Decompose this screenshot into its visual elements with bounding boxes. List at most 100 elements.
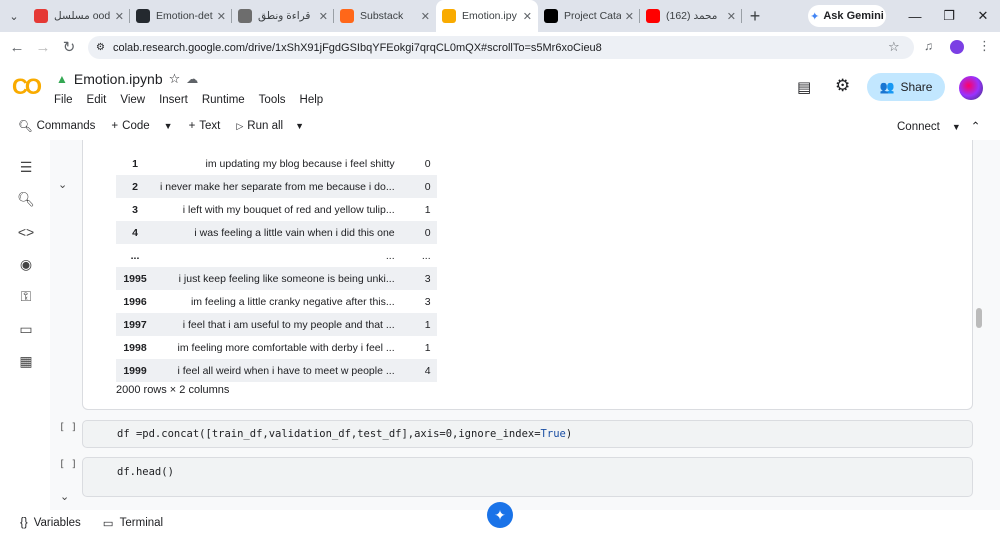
gemini-spark-icon: ✦: [810, 10, 820, 23]
table-row: 1 im updating my blog because i feel shit…: [116, 152, 437, 175]
table-row: 1995 i just keep feeling like someone is …: [116, 267, 437, 290]
dataframe-table: 1 im updating my blog because i feel shit…: [116, 152, 437, 382]
cloud-icon[interactable]: ☁: [186, 72, 198, 86]
row-label: 0: [424, 157, 431, 170]
table-row: 1996 im feeling a little cranky negative …: [116, 290, 437, 313]
caret-down-icon[interactable]: ▼: [164, 121, 173, 131]
new-tab-button[interactable]: +: [742, 6, 768, 27]
code-snippets-icon[interactable]: <>: [17, 223, 35, 241]
tab-favicon-icon: [136, 9, 150, 23]
menu-item[interactable]: View: [120, 94, 145, 106]
menu-item[interactable]: File: [54, 94, 73, 106]
browser-tab[interactable]: Emotion.ipy ✕: [436, 0, 538, 32]
notebook-toolbar: 🔍︎ Commands + Code ▼ + Text ▷ Run all ▼ Connec…: [0, 112, 1000, 140]
notebook-title-area: ▲ Emotion.ipynb ☆ ☁: [56, 71, 198, 87]
code-label: Code: [122, 120, 150, 132]
forward-icon[interactable]: →: [30, 39, 56, 56]
run-cell-button[interactable]: [ ]: [59, 422, 77, 433]
browser-menu-icon[interactable]: ⋮: [978, 38, 991, 54]
run-all-button[interactable]: ▷ Run all ▼: [228, 120, 312, 132]
files-folder-icon[interactable]: ▭: [17, 320, 35, 338]
bookmark-star-icon[interactable]: ☆: [888, 39, 900, 55]
browser-tab[interactable]: Substack ✕: [334, 0, 436, 32]
row-text: im feeling more comfortable with derby i…: [177, 341, 395, 354]
menu-item[interactable]: Tools: [259, 94, 286, 106]
run-cell-button[interactable]: [ ]: [59, 459, 77, 470]
browser-tab[interactable]: (162) محمد ✕: [640, 0, 742, 32]
minimize-button[interactable]: —: [898, 0, 932, 32]
menu-item[interactable]: Insert: [159, 94, 188, 106]
row-index: 1999: [123, 364, 147, 377]
row-text: i feel that i am useful to my people and…: [182, 318, 395, 331]
settings-gear-icon[interactable]: ⚙: [835, 76, 850, 96]
menu-item[interactable]: Help: [300, 94, 324, 106]
close-tab-icon[interactable]: ✕: [217, 10, 226, 23]
account-avatar[interactable]: [959, 76, 983, 100]
close-tab-icon[interactable]: ✕: [727, 10, 736, 23]
table-row: 4 i was feeling a little vain when i did …: [116, 221, 437, 244]
row-label: 3: [424, 295, 431, 308]
row-label: 4: [424, 364, 431, 377]
menu-item[interactable]: Runtime: [202, 94, 245, 106]
add-text-button[interactable]: + Text: [181, 120, 229, 132]
close-tab-icon[interactable]: ✕: [319, 10, 328, 23]
play-icon: ▷: [236, 120, 244, 131]
code-text: df =pd.concat([train_df,validation_df,te…: [117, 428, 541, 440]
comments-icon[interactable]: ▤: [797, 78, 811, 96]
commands-button[interactable]: 🔍︎ Commands: [10, 119, 103, 133]
close-window-button[interactable]: ✕: [966, 0, 1000, 32]
page-scrollbar[interactable]: [976, 308, 982, 328]
collapse-output-chevron-icon[interactable]: ⌄: [58, 178, 67, 191]
ask-gemini-button[interactable]: ✦ Ask Gemini: [808, 5, 886, 27]
tab-title: مسلسل ood: [54, 10, 111, 22]
key-icon[interactable]: ⚿: [17, 287, 35, 305]
colab-logo[interactable]: CO: [12, 74, 42, 100]
terminal-button[interactable]: ▭ Terminal: [103, 516, 163, 530]
find-replace-icon[interactable]: 🔍︎: [17, 190, 35, 208]
menu-item[interactable]: Edit: [87, 94, 107, 106]
code-cell-concat[interactable]: df =pd.concat([train_df,validation_df,te…: [82, 420, 973, 448]
search-icon: 🔍︎: [18, 121, 33, 133]
back-icon[interactable]: ←: [4, 39, 30, 56]
browser-tab[interactable]: مسلسل ood ✕: [28, 0, 130, 32]
browser-tab[interactable]: Project Cata ✕: [538, 0, 640, 32]
variables-button[interactable]: {} Variables: [20, 517, 81, 529]
reload-icon[interactable]: ↻: [56, 38, 82, 56]
table-of-contents-icon[interactable]: ☰: [17, 158, 35, 176]
data-table-icon[interactable]: ▦: [17, 352, 35, 370]
row-label: 1: [424, 341, 431, 354]
collapse-header-icon[interactable]: ⌃: [971, 121, 981, 133]
media-control-icon[interactable]: ♫: [924, 39, 933, 53]
browser-tab[interactable]: قراءة ونطق ✕: [232, 0, 334, 32]
browser-tab[interactable]: Emotion-det ✕: [130, 0, 232, 32]
tab-favicon-icon: [442, 9, 456, 23]
notebook-content: ⌄ 1 im updating my blog because i feel sh…: [50, 140, 1000, 510]
share-button[interactable]: 👥 Share: [867, 73, 945, 101]
connect-button[interactable]: Connect ▼ ⌃: [897, 119, 980, 133]
close-tab-icon[interactable]: ✕: [421, 10, 430, 23]
row-text: im updating my blog because i feel shitt…: [205, 157, 395, 170]
drive-icon: ▲: [56, 72, 68, 86]
close-tab-icon[interactable]: ✕: [523, 10, 532, 23]
restore-button[interactable]: ❐: [932, 0, 966, 32]
row-text: i never make her separate from me becaus…: [160, 180, 395, 193]
tab-title: Emotion.ipy: [462, 10, 517, 22]
notebook-name[interactable]: Emotion.ipynb: [74, 71, 163, 87]
close-tab-icon[interactable]: ✕: [115, 10, 124, 23]
profile-avatar[interactable]: [950, 40, 964, 54]
url-field[interactable]: ⚙ colab.research.google.com/drive/1xShX9…: [88, 36, 914, 59]
site-info-icon[interactable]: ⚙: [96, 42, 105, 53]
table-row: 1998 im feeling more comfortable with der…: [116, 336, 437, 359]
star-icon[interactable]: ☆: [169, 71, 181, 87]
variables-label: Variables: [33, 516, 81, 529]
add-code-button[interactable]: + Code ▼: [103, 120, 180, 132]
scroll-down-chevron-icon[interactable]: ⌄: [60, 490, 69, 503]
row-index: 4: [132, 226, 138, 239]
people-icon: 👥: [879, 80, 895, 94]
caret-down-icon[interactable]: ▼: [295, 121, 304, 131]
code-cell-head[interactable]: df.head(): [82, 457, 973, 497]
tab-search-chevron-icon[interactable]: ⌄: [0, 0, 28, 32]
gemini-fab-button[interactable]: ✦: [487, 502, 513, 528]
close-tab-icon[interactable]: ✕: [625, 10, 634, 23]
secrets-eye-icon[interactable]: ◉: [17, 255, 35, 273]
